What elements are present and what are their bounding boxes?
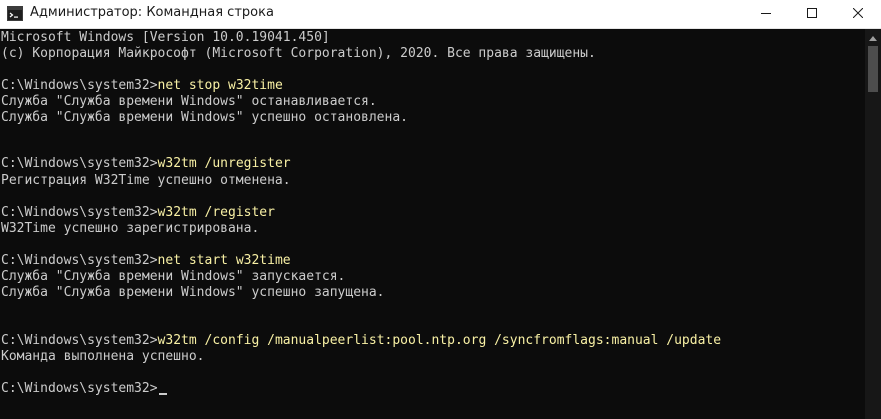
command-text: w32tm /config /manualpeerlist:pool.ntp.o… (157, 333, 722, 348)
close-button[interactable] (835, 0, 881, 28)
command-text: net start w32time (157, 253, 291, 268)
command-text: w32tm /register (157, 205, 275, 220)
console-line: C:\Windows\system32> (1, 381, 167, 397)
minimize-icon (761, 5, 771, 23)
console-line: C:\Windows\system32>w32tm /register (1, 205, 275, 221)
prompt-text: C:\Windows\system32> (1, 253, 158, 268)
console-line: Регистрация W32Time успешно отменена. (1, 173, 291, 188)
vertical-scrollbar[interactable] (865, 29, 881, 419)
minimize-button[interactable] (743, 0, 789, 28)
text-cursor (158, 393, 167, 395)
console-line: Служба "Служба времени Windows" успешно … (1, 285, 385, 300)
prompt-text: C:\Windows\system32> (1, 78, 158, 93)
cmd-app-icon (7, 6, 23, 21)
command-prompt-window: Администратор: Командная строка Microsof… (0, 0, 881, 419)
prompt-text: C:\Windows\system32> (1, 156, 158, 171)
scrollbar-thumb[interactable] (868, 46, 878, 92)
console-line: C:\Windows\system32>net stop w32time (1, 78, 283, 94)
title-bar[interactable]: Администратор: Командная строка (0, 0, 881, 29)
console-line: Служба "Служба времени Windows" останавл… (1, 94, 377, 109)
console-line: W32Time успешно зарегистрирована. (1, 221, 260, 236)
command-text: net stop w32time (157, 78, 283, 93)
window-title: Администратор: Командная строка (30, 5, 274, 20)
console-line: Команда выполнена успешно. (1, 349, 205, 364)
command-text: w32tm /unregister (157, 156, 291, 171)
chevron-up-icon (869, 28, 877, 46)
console-line: Служба "Служба времени Windows" успешно … (1, 110, 408, 125)
console-line: Служба "Служба времени Windows" запускае… (1, 269, 346, 284)
console-line: C:\Windows\system32>w32tm /config /manua… (1, 333, 721, 349)
maximize-icon (807, 5, 817, 23)
close-icon (852, 5, 864, 23)
scroll-up-button[interactable] (865, 29, 881, 45)
prompt-text: C:\Windows\system32> (1, 381, 158, 396)
prompt-text: C:\Windows\system32> (1, 205, 158, 220)
console-line: Microsoft Windows [Version 10.0.19041.45… (1, 30, 330, 45)
console-line: C:\Windows\system32>w32tm /unregister (1, 156, 291, 172)
console-output[interactable]: Microsoft Windows [Version 10.0.19041.45… (0, 29, 864, 419)
console-line: (c) Корпорация Майкрософт (Microsoft Cor… (1, 46, 596, 61)
prompt-text: C:\Windows\system32> (1, 333, 158, 348)
maximize-button[interactable] (789, 0, 835, 28)
console-line: C:\Windows\system32>net start w32time (1, 253, 291, 269)
